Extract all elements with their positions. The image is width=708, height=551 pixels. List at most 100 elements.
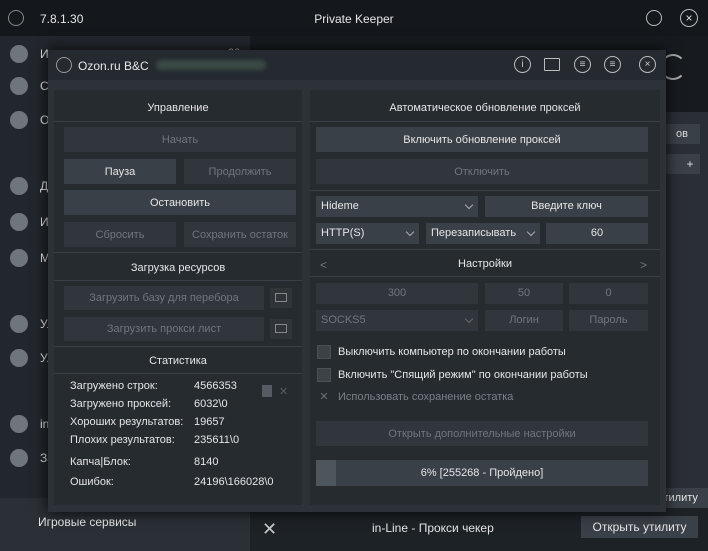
right-tab[interactable]: ов [660,124,700,144]
chevron-down-icon [405,227,415,237]
divider [54,346,302,347]
save-rest-label: Использовать сохранение остатка [338,391,514,403]
main-titlebar: 7.8.1.30 Private Keeper × [0,0,708,36]
tools-icon: ✕ [262,519,278,539]
reset-button[interactable]: Сбросить [64,222,176,247]
mute-icon: ✕ [279,386,289,398]
divider [310,249,660,250]
stat-label: Ошибок: [70,476,114,488]
folder-icon[interactable] [544,58,560,71]
open-utility-button[interactable]: Открыть утилиту [581,516,698,538]
stat-value: 8140 [194,456,219,468]
proxy-update-title: Автоматическое обновление проксей [389,102,581,114]
save-rest-checkbox[interactable]: ✕ [317,390,331,404]
mode-value: Перезаписывать [431,227,517,239]
gear-icon [10,415,28,433]
stop-button[interactable]: Остановить [64,190,296,215]
chevron-left-icon[interactable]: < [320,258,327,272]
advanced-settings-button[interactable]: Открыть дополнительные настройки [316,421,648,446]
stat-label: Загружено строк: [70,380,158,392]
stat-label: Хороших результатов: [70,416,184,428]
stat-label: Загружено проксей: [70,398,172,410]
interval-input[interactable]: 60 [546,223,648,244]
tools-icon [10,349,28,367]
password-input[interactable]: Пароль [569,310,648,331]
stats-title: Статистика [149,355,207,367]
protocol-select[interactable]: HTTP(S) [316,223,419,244]
divider [54,373,302,374]
retries-input[interactable]: 0 [569,283,648,304]
progress-label: 6% [255268 - Пройдено] [420,467,544,479]
stat-value: 24196\166028\0 [194,476,274,488]
shutdown-label: Выключить компьютер по окончании работы [338,346,566,358]
divider [310,276,660,277]
chevron-down-icon [464,200,474,210]
chevron-right-icon[interactable]: > [640,258,647,272]
save-rest-button[interactable]: Сохранить остаток [184,222,296,247]
resources-title: Загрузка ресурсов [130,262,226,274]
menu-icon[interactable]: ≡ [604,56,621,73]
provider-select[interactable]: Hideme [316,196,478,217]
search-icon [10,315,28,333]
sidebar-item-label: Игровые сервисы [38,515,137,529]
close-dialog-icon[interactable]: × [639,56,656,73]
close-app-icon[interactable]: × [680,9,698,27]
load-proxy-button[interactable]: Загрузить прокси лист [64,317,264,341]
cloud-icon [10,249,28,267]
divider [54,121,302,122]
folder-open-icon[interactable] [270,288,292,308]
resume-button[interactable]: Продолжить [184,159,296,184]
utility-name: in-Line - Прокси чекер [372,521,494,535]
divider [54,252,302,253]
settings-title: Настройки [458,258,512,270]
protocol-value: HTTP(S) [321,227,365,239]
stat-label: Плохих результатов: [70,434,175,446]
pause-button[interactable]: Пауза [64,159,176,184]
enable-proxy-update-button[interactable]: Включить обновление проксей [316,127,648,152]
stat-value: 19657 [194,416,225,428]
globe-icon[interactable] [646,10,662,26]
sleep-label: Включить "Спящий режим" по окончании раб… [338,369,588,381]
app-title: Private Keeper [314,12,394,26]
ozon-dialog: Ozon.ru B&C i ≡ ≡ × Управление Начать Па… [48,50,666,512]
stat-value: 4566353 [194,380,237,392]
progress-bar: 6% [255268 - Пройдено] [316,460,648,486]
right-panel-dialog: Автоматическое обновление проксей Включи… [310,90,660,505]
divider [310,121,660,122]
sidebar-item-label: Д [40,179,49,193]
proxy-type-value: SOCKS5 [321,314,366,326]
login-input[interactable]: Логин [485,310,563,331]
threads-input[interactable]: 300 [316,283,478,304]
redacted-text [156,60,266,70]
speaker-icon[interactable] [262,385,272,397]
divider [310,190,660,191]
provider-value: Hideme [321,200,359,212]
disable-proxy-update-button[interactable]: Отключить [316,159,648,184]
dialog-titlebar: Ozon.ru B&C i ≡ ≡ × [48,50,666,80]
chat-icon[interactable]: ≡ [574,56,591,73]
mode-select[interactable]: Перезаписывать [426,223,540,244]
gear-icon [10,111,28,129]
timeout-input[interactable]: 50 [485,283,563,304]
left-panel: Управление Начать Пауза Продолжить Остан… [54,90,302,505]
start-button[interactable]: Начать [64,127,296,152]
dialog-logo-icon [56,57,72,73]
folder-open-icon[interactable] [270,319,292,339]
api-key-input[interactable]: Введите ключ [485,196,648,217]
shutdown-checkbox[interactable] [317,345,331,359]
dialog-title: Ozon.ru B&C [78,59,149,73]
info-icon[interactable]: i [514,56,531,73]
chevron-down-icon [526,227,536,237]
load-base-button[interactable]: Загрузить базу для перебора [64,286,264,310]
control-title: Управление [147,102,209,114]
plus-button[interactable]: + [680,154,700,174]
proxy-type-select[interactable]: SOCKS5 [316,310,478,331]
stat-value: 6032\0 [194,398,228,410]
user-icon [10,45,28,63]
sleep-checkbox[interactable] [317,368,331,382]
stat-value: 235611\0 [194,434,240,446]
window-icon [10,213,28,231]
menu-icon [10,177,28,195]
settings-icon [10,77,28,95]
divider [54,280,302,281]
